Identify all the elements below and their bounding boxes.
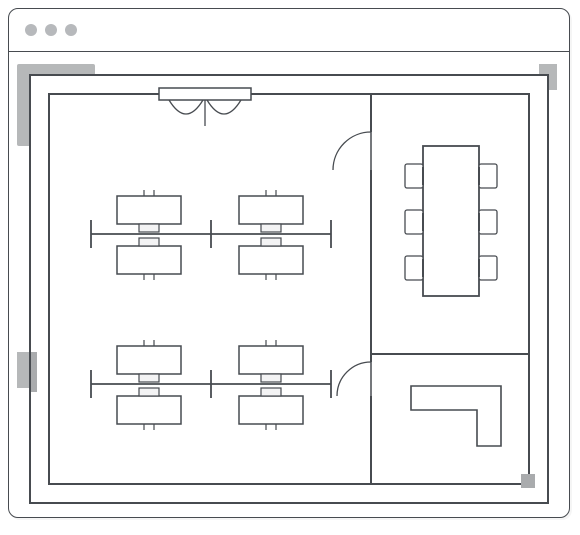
floorplan-canvas[interactable] bbox=[29, 74, 549, 504]
desk[interactable] bbox=[117, 190, 181, 232]
app-window bbox=[8, 8, 570, 518]
l-desk[interactable] bbox=[411, 386, 501, 446]
desk[interactable] bbox=[239, 388, 303, 430]
window-icon bbox=[159, 88, 251, 126]
window-dot-icon[interactable] bbox=[65, 24, 77, 36]
door-icon bbox=[333, 132, 375, 170]
desk[interactable] bbox=[117, 388, 181, 430]
chair[interactable] bbox=[479, 256, 497, 280]
chair[interactable] bbox=[405, 210, 423, 234]
selection-handle-bottom-right[interactable] bbox=[521, 474, 535, 488]
desk[interactable] bbox=[239, 340, 303, 382]
titlebar bbox=[9, 9, 569, 52]
desk[interactable] bbox=[117, 238, 181, 280]
desk[interactable] bbox=[239, 190, 303, 232]
desk[interactable] bbox=[117, 340, 181, 382]
floorplan-svg bbox=[31, 76, 547, 502]
chair[interactable] bbox=[479, 210, 497, 234]
chair[interactable] bbox=[405, 164, 423, 188]
chair[interactable] bbox=[405, 256, 423, 280]
chair[interactable] bbox=[479, 164, 497, 188]
conference-table[interactable] bbox=[423, 146, 479, 296]
selection-handle-left-inner[interactable] bbox=[31, 352, 37, 392]
window-dot-icon[interactable] bbox=[25, 24, 37, 36]
door-icon bbox=[337, 362, 375, 396]
window-dot-icon[interactable] bbox=[45, 24, 57, 36]
editor-content bbox=[9, 52, 569, 518]
desk[interactable] bbox=[239, 238, 303, 280]
